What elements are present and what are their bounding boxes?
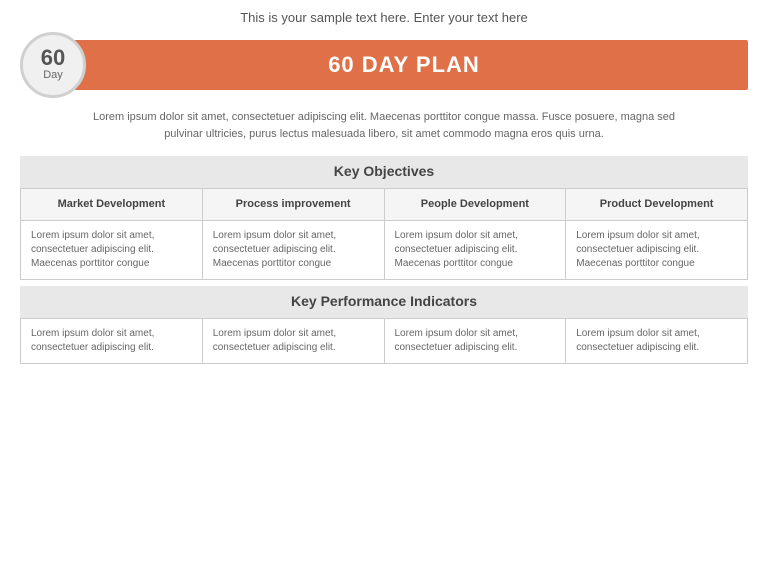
objectives-title: Key Objectives [334, 163, 434, 179]
kpi-grid: Lorem ipsum dolor sit amet, consectetuer… [20, 318, 748, 364]
day-label: Day [43, 69, 63, 82]
banner-title: 60 DAY PLAN [328, 52, 480, 78]
obj-cell-0-2: Lorem ipsum dolor sit amet, consectetuer… [385, 221, 567, 280]
col-header-process: Process improvement [203, 189, 385, 221]
kpi-cell-0-3: Lorem ipsum dolor sit amet, consectetuer… [566, 319, 748, 364]
kpi-cell-0-0: Lorem ipsum dolor sit amet, consectetuer… [21, 319, 203, 364]
kpi-cell-0-2: Lorem ipsum dolor sit amet, consectetuer… [385, 319, 567, 364]
objectives-grid: Market Development Process improvement P… [20, 188, 748, 280]
sample-text: This is your sample text here. Enter you… [0, 0, 768, 31]
kpi-section-header: Key Performance Indicators [20, 286, 748, 318]
day-circle: 60 Day [20, 32, 86, 98]
obj-cell-0-0: Lorem ipsum dolor sit amet, consectetuer… [21, 221, 203, 280]
day-number: 60 [41, 47, 65, 69]
obj-cell-0-3: Lorem ipsum dolor sit amet, consectetuer… [566, 221, 748, 280]
col-header-market: Market Development [21, 189, 203, 221]
orange-banner: 60 DAY PLAN [60, 40, 748, 90]
description-text: Lorem ipsum dolor sit amet, consectetuer… [0, 99, 768, 150]
col-header-product: Product Development [566, 189, 748, 221]
obj-cell-0-1: Lorem ipsum dolor sit amet, consectetuer… [203, 221, 385, 280]
col-header-people: People Development [385, 189, 567, 221]
objectives-section-header: Key Objectives [20, 156, 748, 188]
kpi-cell-0-1: Lorem ipsum dolor sit amet, consectetuer… [203, 319, 385, 364]
header-section: 60 Day 60 DAY PLAN [20, 31, 748, 99]
kpi-title: Key Performance Indicators [291, 293, 477, 309]
page-container: This is your sample text here. Enter you… [0, 0, 768, 576]
